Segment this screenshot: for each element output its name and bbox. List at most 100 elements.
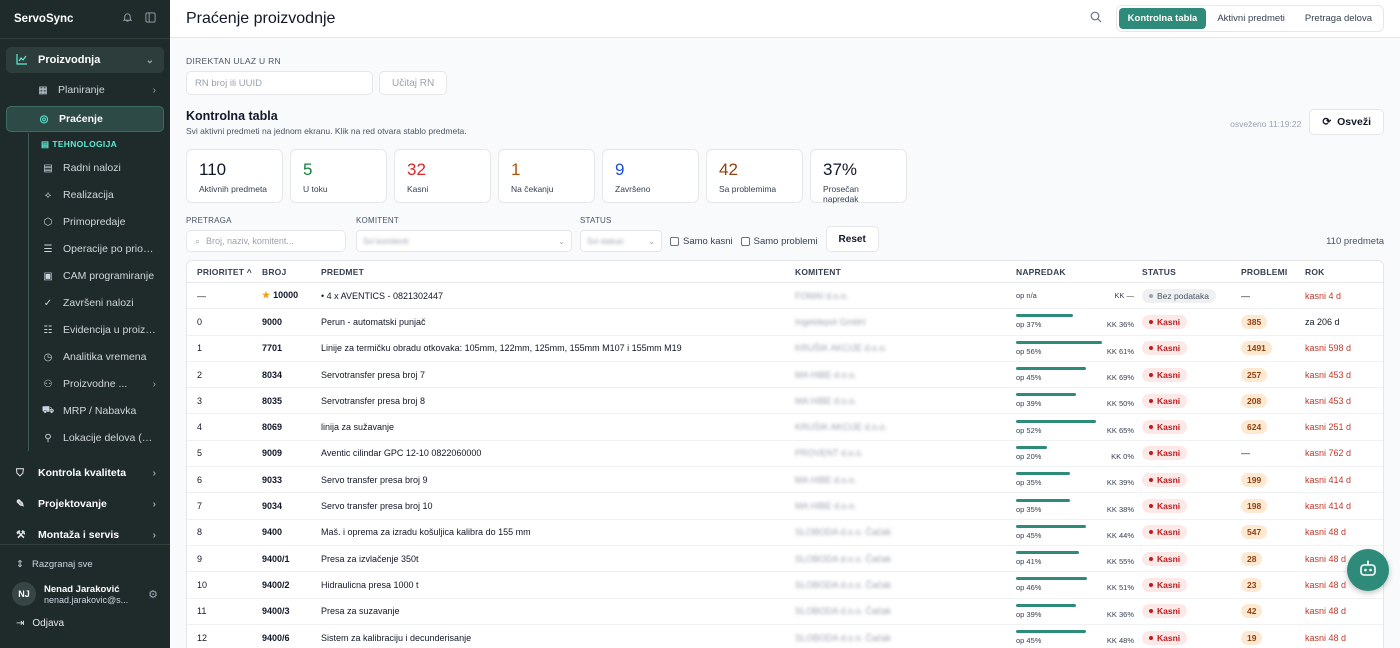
kk-progress: KK —: [1114, 291, 1134, 301]
stat-card[interactable]: 110 Aktivnih predmeta: [186, 149, 283, 203]
sidebar-item-cam[interactable]: ▣ CAM programiranje: [33, 263, 164, 289]
col-komitent[interactable]: KOMITENT: [795, 267, 1016, 277]
assistant-bot-button[interactable]: [1347, 549, 1389, 591]
col-predmet[interactable]: PREDMET: [321, 267, 795, 277]
brand-logo[interactable]: ServoSync: [14, 13, 73, 25]
sidebar-item-planiranje[interactable]: ▦ Planiranje ›: [28, 77, 164, 103]
progress-bar: [1016, 524, 1086, 528]
tab-aktivni-predmeti[interactable]: Aktivni predmeti: [1208, 8, 1294, 29]
table-row[interactable]: 5 9009 Aventic cilindar GPC 12-10 08220600…: [187, 441, 1383, 468]
projects-table: PRIORITET ^ BROJ PREDMET KOMITENT NAPRED…: [186, 260, 1384, 648]
col-problemi[interactable]: PROBLEMI: [1241, 267, 1305, 277]
sidebar-item-mrp[interactable]: ⛟ MRP / Nabavka: [33, 398, 164, 424]
table-row[interactable]: 8 9400 Maš. i oprema za izradu košuljica k…: [187, 520, 1383, 546]
clipboard-icon: ▤: [41, 139, 50, 149]
only-problems-checkbox[interactable]: Samo problemi: [740, 230, 818, 252]
sidebar-subgroup-tehnologija: ▤ TEHNOLOGIJA ▤ Radni nalozi ⟡ Realizacija …: [28, 133, 170, 451]
sidebar-item-realizacija[interactable]: ⟡ Realizacija: [33, 182, 164, 208]
logout-button[interactable]: ⇥ Odjava: [0, 606, 170, 629]
sidebar-item-operacije[interactable]: ☰ Operacije po prioritetu: [33, 236, 164, 262]
sidebar-section-proizvodnja[interactable]: Proizvodnja ⌄: [6, 47, 164, 73]
progress-bar: [1016, 498, 1071, 502]
op-progress: op n/a: [1016, 291, 1037, 301]
sidebar-item-proizvodne[interactable]: ⚇ Proizvodne ... ›: [33, 371, 164, 397]
problems-badge: 547: [1241, 525, 1268, 540]
cell-broj: ★ 10000: [262, 290, 299, 301]
cell-prioritet: 2: [197, 369, 203, 380]
refresh-button[interactable]: ⟳ Osveži: [1309, 109, 1384, 135]
kk-progress: KK 44%: [1106, 530, 1134, 540]
star-icon[interactable]: ★: [262, 290, 270, 300]
cell-status: Bez podataka: [1142, 288, 1241, 303]
table-row[interactable]: 12 9400/6 Sistem za kalibraciju i decunder…: [187, 625, 1383, 648]
direct-entry-label: DIREKTAN ULAZ U RN: [186, 56, 281, 66]
sidebar-item-lokacije[interactable]: ⚲Lokacije delova (kont...: [33, 425, 164, 451]
search-input[interactable]: ⌕ Broj, naziv, komitent...: [186, 230, 346, 252]
sidebar-item-zavrseni[interactable]: ✓ Završeni nalozi: [33, 290, 164, 316]
stat-card[interactable]: 1 Na čekanju: [498, 149, 595, 203]
cell-prioritet: 10: [197, 579, 208, 590]
table-row[interactable]: 3 8035 Servotransfer presa broj 8 MA HIBE d…: [187, 388, 1383, 415]
cell-broj: 9000: [262, 316, 283, 327]
rn-input[interactable]: RN broj ili UUID: [186, 71, 373, 95]
table-row[interactable]: 4 8069 linija za sužavanje KRUŠIK AKCIJE d.…: [187, 414, 1383, 441]
cell-predmet: Presa za izvlačenje 350t: [321, 553, 419, 564]
cell-broj: 9033: [262, 474, 283, 485]
reset-button[interactable]: Reset: [825, 226, 879, 252]
search-icon[interactable]: [1090, 11, 1102, 26]
client-select[interactable]: Svi komitenti ⌄: [356, 230, 572, 252]
col-broj[interactable]: BROJ: [262, 267, 321, 277]
table-row[interactable]: 10 9400/2 Hidraulicna presa 1000 t SLOBODA …: [187, 572, 1383, 599]
cell-rok: za 206 d: [1305, 316, 1340, 327]
status-badge: Kasni: [1142, 472, 1188, 487]
stat-card[interactable]: 32 Kasni: [394, 149, 491, 203]
gear-icon[interactable]: ⚙: [148, 588, 158, 601]
cell-problemi: 199: [1241, 472, 1305, 487]
cell-rok: kasni 414 d: [1305, 501, 1352, 512]
stat-card[interactable]: 37% Prosečan napredak: [810, 149, 907, 204]
col-prioritet[interactable]: PRIORITET ^: [187, 267, 262, 277]
tab-pretraga-delova[interactable]: Pretraga delova: [1296, 8, 1381, 29]
expand-all-button[interactable]: ⇕ Razgranaj sve: [0, 545, 170, 570]
load-rn-button[interactable]: Učitaj RN: [379, 71, 448, 95]
tab-kontrolna-tabla[interactable]: Kontrolna tabla: [1118, 8, 1207, 29]
only-late-checkbox[interactable]: Samo kasni: [670, 230, 733, 252]
status-badge: Kasni: [1142, 577, 1188, 592]
cell-broj: 9009: [262, 448, 283, 459]
sidebar-section-kontrola[interactable]: ⛉ Kontrola kvaliteta ›: [0, 459, 170, 487]
stat-card[interactable]: 9 Završeno: [602, 149, 699, 203]
sidebar-item-evidencija[interactable]: ☷Evidencija u proizvod...: [33, 317, 164, 343]
sidebar-item-pracenje[interactable]: ◎ Praćenje: [6, 106, 164, 132]
refreshed-time: osveženo 11:19:22: [1230, 119, 1302, 129]
cell-rok: kasni 251 d: [1305, 422, 1352, 433]
stat-value: 1: [511, 160, 521, 179]
table-row[interactable]: 1 7701 Linije za termičku obradu otkovaka:…: [187, 336, 1383, 362]
collapse-sidebar-icon[interactable]: [145, 12, 156, 26]
table-row[interactable]: 0 9000 Perun - automatski punjač Ingeldepot…: [187, 309, 1383, 336]
sidebar-item-analitika[interactable]: ◷ Analitika vremena: [33, 344, 164, 370]
radar-icon: ◎: [39, 113, 49, 125]
table-row[interactable]: 7 9034 Servo transfer presa broj 10 MA HIBE…: [187, 493, 1383, 520]
col-status[interactable]: STATUS: [1142, 267, 1241, 277]
status-filter-label: STATUS: [580, 216, 612, 225]
status-select[interactable]: Svi statusi ⌄: [580, 230, 662, 252]
cell-broj: 9400/3: [262, 606, 290, 617]
table-row[interactable]: — ★ 10000 • 4 x AVENTICS - 0821302447 FOMAI …: [187, 283, 1383, 310]
col-rok[interactable]: ROK: [1305, 267, 1375, 277]
cell-napredak: op 52% KK 65%: [1016, 419, 1142, 435]
dashboard-subtitle: Svi aktivni predmeti na jednom ekranu. K…: [186, 126, 467, 136]
table-row[interactable]: 2 8034 Servotransfer presa broj 7 MA HIBE d…: [187, 362, 1383, 389]
table-row[interactable]: 6 9033 Servo transfer presa broj 9 MA HIBE …: [187, 467, 1383, 494]
stat-card[interactable]: 42 Sa problemima: [706, 149, 803, 203]
table-row[interactable]: 9 9400/1 Presa za izvlačenje 350t SLOBODA d…: [187, 546, 1383, 573]
bell-icon[interactable]: [122, 12, 133, 26]
user-profile[interactable]: NJ Nenad Jaraković nenad.jarakovic@s... …: [0, 570, 170, 606]
sidebar-item-primopredaje[interactable]: ⬡ Primopredaje: [33, 209, 164, 235]
cell-napredak: op 39% KK 36%: [1016, 603, 1142, 619]
sidebar-item-radni-nalozi[interactable]: ▤ Radni nalozi: [33, 155, 164, 181]
table-row[interactable]: 11 9400/3 Presa za suzavanje SLOBODA d.o.o.…: [187, 599, 1383, 625]
cell-broj: 8069: [262, 422, 283, 433]
col-napredak[interactable]: NAPREDAK: [1016, 267, 1142, 277]
sidebar-section-projektovanje[interactable]: ✎ Projektovanje ›: [0, 490, 170, 518]
stat-card[interactable]: 5 U toku: [290, 149, 387, 203]
